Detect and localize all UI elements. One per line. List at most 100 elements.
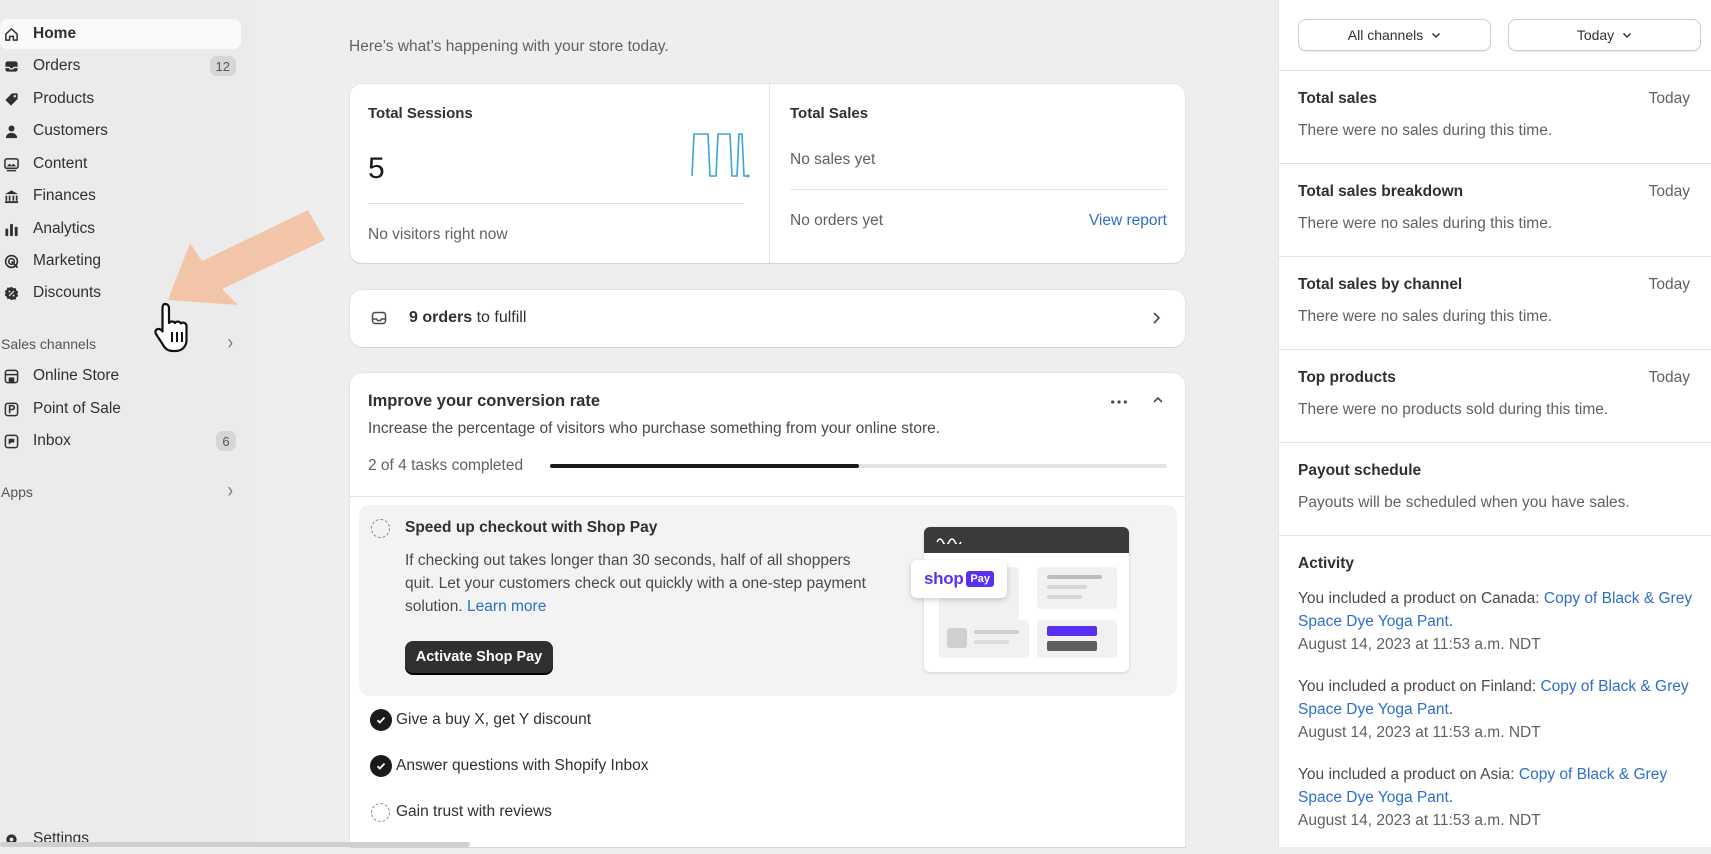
no-sales-text: No sales yet [790,151,876,168]
illustration-titlebar [924,527,1129,553]
sidebar-item-analytics[interactable]: Analytics [0,214,241,244]
section-body: Payouts will be scheduled when you have … [1298,494,1630,511]
sidebar-item-discounts[interactable]: Discounts [0,278,241,308]
activity-date: August 14, 2023 at 11:53 a.m. NDT [1298,724,1541,741]
right-panel: All channels Today Total sales Today The… [1278,0,1711,847]
progress-label: 2 of 4 tasks completed [368,457,524,474]
chevron-up-icon[interactable] [1151,393,1165,407]
inbox-count-badge: 6 [216,431,236,451]
apps-section[interactable]: Apps › [1,480,233,504]
illustration-panel [1037,620,1117,658]
activity-text: You included a product on Canada: [1298,590,1544,607]
incomplete-task-icon[interactable] [371,519,390,538]
incomplete-task-icon [371,803,390,822]
total-sales-by-channel-section: Total sales by channel Today There were … [1279,256,1711,350]
sidebar-item-online-store[interactable]: Online Store [0,361,241,391]
wave-icon [936,538,962,544]
sales-channels-section[interactable]: Sales channels › [1,332,233,356]
progress-bar-fill [550,464,859,468]
activity-suffix: . [1448,789,1454,806]
task-label: Gain trust with reviews [396,803,552,820]
active-task-panel: Speed up checkout with Shop Pay If check… [359,505,1177,696]
sidebar-item-label: Customers [33,122,108,139]
task-label: Answer questions with Shopify Inbox [396,757,649,774]
sidebar-item-customers[interactable]: Customers [0,116,241,146]
section-body: There were no sales during this time. [1298,308,1553,325]
illustration-thumb [947,628,967,648]
checkmark-icon [370,755,392,777]
orders-to-fulfill-card[interactable]: 9 orders to fulfill [350,290,1185,347]
sidebar-item-label: Point of Sale [33,400,121,417]
total-sessions-title: Total Sessions [368,105,473,122]
date-select-value: Today [1576,27,1615,43]
payout-schedule-section: Payout schedule Payouts will be schedule… [1279,442,1711,536]
no-orders-text: No orders yet [790,212,884,229]
learn-more-link[interactable]: Learn more [467,598,546,615]
illustration-line [1047,595,1082,599]
activity-date: August 14, 2023 at 11:53 a.m. NDT [1298,636,1541,653]
shop-pay-logo-text: shop [924,569,964,588]
activity-date: August 14, 2023 at 11:53 a.m. NDT [1298,812,1541,829]
sidebar-item-products[interactable]: Products [0,84,241,114]
sidebar-item-orders[interactable]: Orders 12 [0,51,241,81]
person-icon [4,124,19,139]
illustration-line [1047,575,1102,579]
task-label: Give a buy X, get Y discount [396,711,592,728]
stats-card: Total Sessions 5 No visitors right now T… [350,84,1185,263]
sidebar-item-label: Marketing [33,252,102,269]
total-sales-breakdown-section: Total sales breakdown Today There were n… [1279,163,1711,257]
illustration-line [974,630,1019,634]
illustration-pay-button [1047,626,1097,636]
chevron-right-icon: › [227,480,233,503]
activity-suffix: . [1448,613,1454,630]
channel-select[interactable]: All channels [1298,19,1491,51]
sidebar-item-label: Home [33,25,77,42]
illustration-button [1047,641,1097,651]
section-body: There were no sales during this time. [1298,122,1553,139]
inbox-tray-icon [4,59,19,74]
chevron-right-icon: › [227,332,233,355]
orders-suffix: to fulfill [472,309,527,326]
conversion-title: Improve your conversion rate [368,392,600,410]
sidebar: Home Orders 12 Products Customers Conten… [0,0,256,847]
chevron-right-icon [1151,310,1161,326]
active-task-description: If checking out takes longer than 30 sec… [405,549,875,618]
main-content: Here’s what’s happening with your store … [256,0,1278,847]
activate-shop-pay-button[interactable]: Activate Shop Pay [405,641,553,673]
sidebar-item-inbox[interactable]: Inbox 6 [0,426,241,456]
sidebar-item-settings[interactable]: Settings [0,824,241,854]
top-products-section: Top products Today There were no product… [1279,349,1711,443]
sales-divider [790,189,1167,190]
date-select[interactable]: Today [1508,19,1701,51]
conversion-description: Increase the percentage of visitors who … [368,420,941,437]
chat-icon [4,434,19,449]
sales-channels-label: Sales channels [1,336,96,352]
sidebar-item-label: Discounts [33,284,102,301]
sidebar-item-finances[interactable]: Finances [0,181,241,211]
inbox-tray-icon [371,310,387,326]
illustration-panel [939,620,1029,658]
section-title: Total sales [1298,90,1377,107]
sidebar-item-point-of-sale[interactable]: Point of Sale [0,394,241,424]
horizontal-scrollbar[interactable] [0,842,470,847]
apps-label: Apps [1,484,33,500]
section-period: Today [1648,369,1690,386]
sidebar-item-home[interactable]: Home [0,19,241,49]
sidebar-item-label: Finances [33,187,96,204]
conversion-card: Improve your conversion rate Increase th… [350,373,1185,847]
bank-icon [4,189,19,204]
checkmark-icon [370,709,392,731]
orders-to-fulfill-text: 9 orders to fulfill [409,309,526,327]
view-report-link[interactable]: View report [1089,212,1167,230]
sidebar-item-label: Online Store [33,367,120,384]
shop-pay-logo-badge: Pay [966,571,994,587]
section-title: Activity [1298,555,1354,572]
sidebar-item-label: Orders [33,57,81,74]
sidebar-item-marketing[interactable]: Marketing [0,246,241,276]
channel-select-value: All channels [1347,27,1424,43]
activity-section: Activity You included a product on Canad… [1279,535,1711,848]
more-actions-icon[interactable] [1108,391,1130,413]
activity-text: You included a product on Asia: [1298,766,1519,783]
total-sessions-value: 5 [368,152,385,185]
sidebar-item-content[interactable]: Content [0,149,241,179]
